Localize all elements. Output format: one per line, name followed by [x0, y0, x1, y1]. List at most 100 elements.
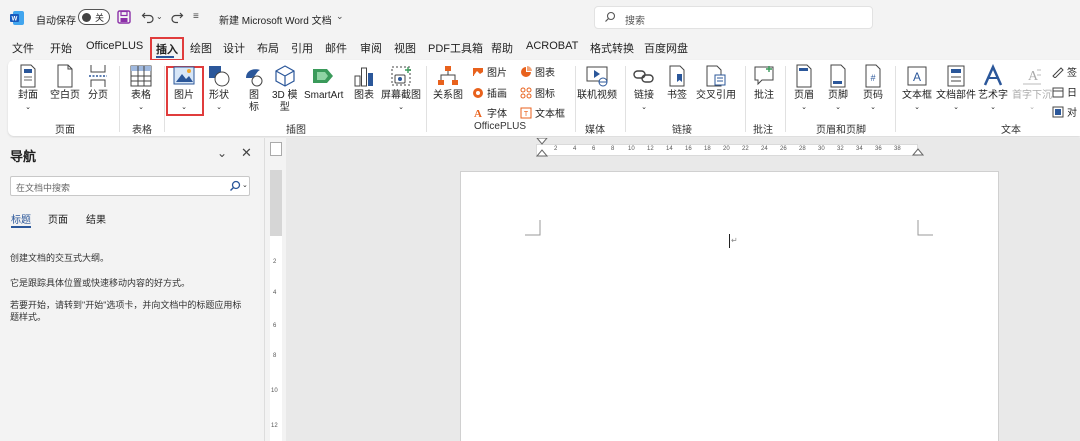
undo-icon[interactable]: [141, 10, 155, 27]
tab-help[interactable]: 帮助: [491, 40, 513, 56]
tab-references[interactable]: 引用: [291, 40, 313, 56]
tab-home[interactable]: 开始: [50, 40, 72, 56]
cross-reference-button[interactable]: 交叉引用: [696, 64, 736, 102]
tab-review[interactable]: 审阅: [360, 40, 382, 56]
drop-cap-button[interactable]: A 首字下沉 ⌄: [1012, 64, 1052, 114]
nav-options-chevron-icon[interactable]: ⌄: [217, 146, 227, 160]
nav-tab-pages[interactable]: 页面: [48, 211, 68, 226]
3d-models-button[interactable]: 3D 模 型: [272, 64, 298, 114]
pane-splitter[interactable]: [264, 138, 265, 441]
cover-page-icon: [20, 64, 36, 88]
group-label-pages: 页面: [55, 125, 75, 136]
bookmark-button[interactable]: 书签: [665, 64, 689, 102]
tab-officeplus[interactable]: OfficePLUS: [86, 40, 143, 52]
object-button[interactable]: 对: [1052, 104, 1077, 119]
comment-button[interactable]: 批注: [752, 64, 776, 102]
divider: [895, 66, 896, 132]
nav-search-dropdown-icon[interactable]: ⌄: [242, 181, 248, 189]
tab-acrobat[interactable]: ACROBAT: [526, 40, 578, 52]
signature-line-button[interactable]: 签: [1052, 64, 1077, 79]
tab-format-convert[interactable]: 格式转换: [590, 40, 634, 56]
ruler-v-tick: 10: [271, 388, 278, 394]
picture-button[interactable]: 图片 ⌄: [172, 64, 196, 114]
footer-button[interactable]: 页脚 ⌄: [828, 64, 848, 114]
title-dropdown-icon[interactable]: ⌄: [336, 11, 344, 22]
link-button[interactable]: 链接 ⌄: [632, 64, 656, 114]
ruler-h-tick: 32: [837, 146, 844, 152]
document-title[interactable]: 新建 Microsoft Word 文档: [219, 12, 332, 27]
nav-tab-results[interactable]: 结果: [86, 211, 106, 226]
relation-diagram-button[interactable]: 关系图: [433, 64, 463, 102]
date-time-button[interactable]: 日: [1052, 84, 1077, 99]
nav-search-input[interactable]: 在文档中搜索 ⌄: [10, 176, 250, 196]
officeplus-illustration-button[interactable]: 插画: [472, 85, 507, 100]
nav-tab-headings[interactable]: 标题: [11, 211, 31, 226]
tab-file[interactable]: 文件: [12, 40, 34, 56]
autosave-toggle[interactable]: 关: [78, 9, 110, 25]
ruler-h-tick: 34: [856, 146, 863, 152]
ruler-h-tick: 2: [554, 146, 558, 152]
shapes-button[interactable]: 形状 ⌄: [207, 64, 231, 114]
screenshot-icon: [391, 66, 411, 86]
tab-draw[interactable]: 绘图: [190, 40, 212, 56]
customize-qat-icon[interactable]: ≡: [193, 11, 199, 22]
online-video-button[interactable]: 联机视频: [577, 64, 617, 102]
ruler-h-tick: 4: [573, 146, 577, 152]
object-label: 对: [1067, 108, 1077, 119]
svg-text:#: #: [870, 73, 875, 83]
smartart-button[interactable]: SmartArt: [304, 64, 343, 102]
cross-reference-label: 交叉引用: [696, 90, 736, 101]
group-label-tables: 表格: [132, 125, 152, 136]
officeplus-font-button[interactable]: A 字体: [472, 105, 507, 121]
table-button[interactable]: 表格 ⌄: [129, 64, 153, 114]
group-label-text: 文本: [1001, 125, 1021, 136]
page-break-button[interactable]: 分页: [88, 64, 108, 102]
cube-icon: [275, 65, 295, 87]
wordart-button[interactable]: 艺术字 ⌄: [978, 64, 1008, 114]
chart-button[interactable]: 图表: [352, 64, 376, 102]
page-number-button[interactable]: # 页码 ⌄: [863, 64, 883, 114]
tab-baidu-netdisk[interactable]: 百度网盘: [644, 40, 688, 56]
tab-layout[interactable]: 布局: [257, 40, 279, 56]
officeplus-chart-button[interactable]: 图表: [520, 64, 555, 79]
org-chart-icon: [438, 66, 458, 85]
search-box[interactable]: 搜索: [594, 6, 873, 29]
blank-page-button[interactable]: 空白页: [50, 64, 80, 102]
document-page[interactable]: ↵: [460, 171, 999, 441]
ruler-v-tick: 4: [273, 290, 277, 296]
smartart-icon: [312, 69, 333, 83]
redo-icon[interactable]: [170, 10, 184, 27]
undo-dropdown-icon[interactable]: ⌄: [156, 12, 163, 21]
first-line-indent-marker[interactable]: [535, 137, 549, 161]
group-label-officeplus: OfficePLUS: [474, 121, 527, 132]
screenshot-button[interactable]: 屏幕截图 ⌄: [381, 64, 421, 114]
divider: [426, 66, 427, 132]
tab-pdf-toolbox[interactable]: PDF工具箱: [428, 40, 483, 56]
icons-button[interactable]: 图 标: [242, 64, 266, 114]
ribbon: 封面 ⌄ 空白页 分页 页面 表格 ⌄ 表格 图片 ⌄ 形状 ⌄ 图 标 3D …: [8, 60, 1080, 136]
ruler-h-tick: 28: [799, 146, 806, 152]
document-parts-button[interactable]: 文档部件 ⌄: [936, 64, 976, 114]
text-box-button[interactable]: A 文本框 ⌄: [902, 64, 932, 114]
text-box-icon: A: [907, 66, 927, 86]
nav-close-icon[interactable]: ✕: [241, 145, 252, 161]
right-indent-marker[interactable]: [911, 144, 925, 159]
tab-selector[interactable]: [270, 142, 282, 156]
tab-design[interactable]: 设计: [223, 40, 245, 56]
header-button[interactable]: 页眉 ⌄: [794, 64, 814, 114]
vertical-ruler: 2 4 6 8 10 12: [266, 138, 286, 441]
officeplus-icon-button[interactable]: 图标: [520, 85, 555, 100]
search-icon: [604, 11, 616, 26]
cover-page-button[interactable]: 封面 ⌄: [18, 64, 38, 114]
officeplus-textbox-button[interactable]: T 文本框: [520, 105, 565, 120]
tab-view[interactable]: 视图: [394, 40, 416, 56]
officeplus-picture-button[interactable]: 图片: [472, 64, 507, 79]
relation-diagram-label: 关系图: [433, 90, 463, 101]
tab-mailings[interactable]: 邮件: [325, 40, 347, 56]
nav-search-icon[interactable]: [229, 180, 241, 195]
ribbon-tabs: 文件 开始 OfficePLUS 插入 绘图 设计 布局 引用 邮件 审阅 视图…: [0, 36, 1080, 61]
officeplus-chart-label: 图表: [535, 68, 555, 79]
save-icon[interactable]: [117, 10, 131, 27]
text-cursor: [729, 234, 730, 248]
autosave-label: 自动保存: [36, 16, 76, 27]
